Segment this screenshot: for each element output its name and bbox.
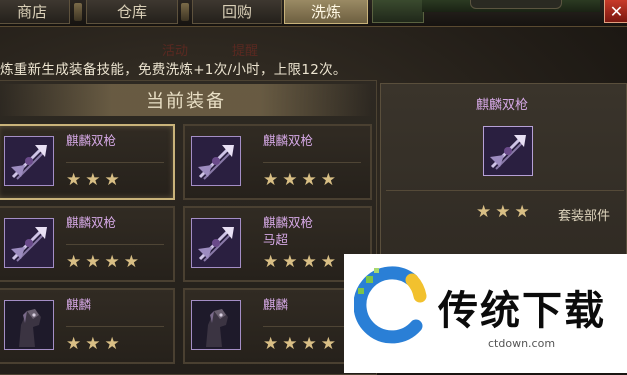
- close-button[interactable]: ✕: [604, 0, 627, 23]
- equipment-card[interactable]: 麒麟双枪 ★★★: [0, 124, 175, 200]
- refine-info-text: 炼重新生成装备技能，免费洗炼+1次/小时，上限12次。: [0, 62, 347, 78]
- divider: [386, 190, 624, 191]
- tab-buyback[interactable]: 回购: [192, 0, 282, 24]
- divider: [263, 162, 361, 163]
- twin-spear-icon: [4, 136, 54, 186]
- star-rating: ★★★★: [263, 170, 340, 190]
- twin-spear-icon: [483, 126, 533, 176]
- tab-shop[interactable]: 商店: [0, 0, 70, 24]
- divider: [66, 326, 164, 327]
- current-equipment-title: 当前装备: [0, 84, 372, 116]
- equipment-card[interactable]: 麒麟双枪 ★★★★: [0, 206, 175, 282]
- twin-spear-icon: [191, 136, 241, 186]
- horse-icon: [4, 300, 54, 350]
- star-rating: ★★★: [66, 170, 124, 190]
- twin-spear-icon: [191, 218, 241, 268]
- watermark-text: 传统下载: [438, 288, 606, 334]
- equipment-name: 麒麟双枪: [66, 133, 117, 148]
- resource-pill: [470, 0, 562, 9]
- star-rating: ★★★★: [66, 252, 143, 272]
- horse-icon: [191, 300, 241, 350]
- equipment-owner: 马超: [263, 232, 289, 247]
- watermark-url: ctdown.com: [488, 337, 556, 350]
- equipment-name: 麒麟: [66, 297, 92, 312]
- twin-spear-icon: [4, 218, 54, 268]
- tab-separator: [181, 3, 189, 21]
- background-label-reminder: 提醒: [232, 44, 259, 59]
- minimap-frame: [372, 0, 424, 23]
- star-rating: ★★★: [66, 334, 124, 354]
- star-rating: ★★★★: [263, 252, 340, 272]
- divider: [66, 244, 164, 245]
- equipment-card[interactable]: 麒麟 ★★★: [0, 288, 175, 364]
- star-rating: ★★★★: [263, 334, 340, 354]
- watermark-logo-icon: [354, 266, 432, 348]
- background-label-activity: 活动: [162, 44, 189, 59]
- suit-part-label: 套装部件: [558, 209, 611, 224]
- detail-equipment-name: 麒麟双枪: [476, 98, 529, 113]
- tab-refine[interactable]: 洗炼: [284, 0, 368, 24]
- detail-star-rating: ★★★: [476, 202, 534, 222]
- equipment-name: 麒麟双枪: [263, 133, 314, 148]
- divider: [66, 162, 164, 163]
- equipment-card[interactable]: 麒麟双枪 ★★★★: [183, 124, 372, 200]
- equipment-name: 麒麟双枪: [66, 215, 117, 230]
- tab-separator: [74, 3, 82, 21]
- equipment-name: 麒麟: [263, 297, 289, 312]
- tab-warehouse[interactable]: 仓库: [86, 0, 178, 24]
